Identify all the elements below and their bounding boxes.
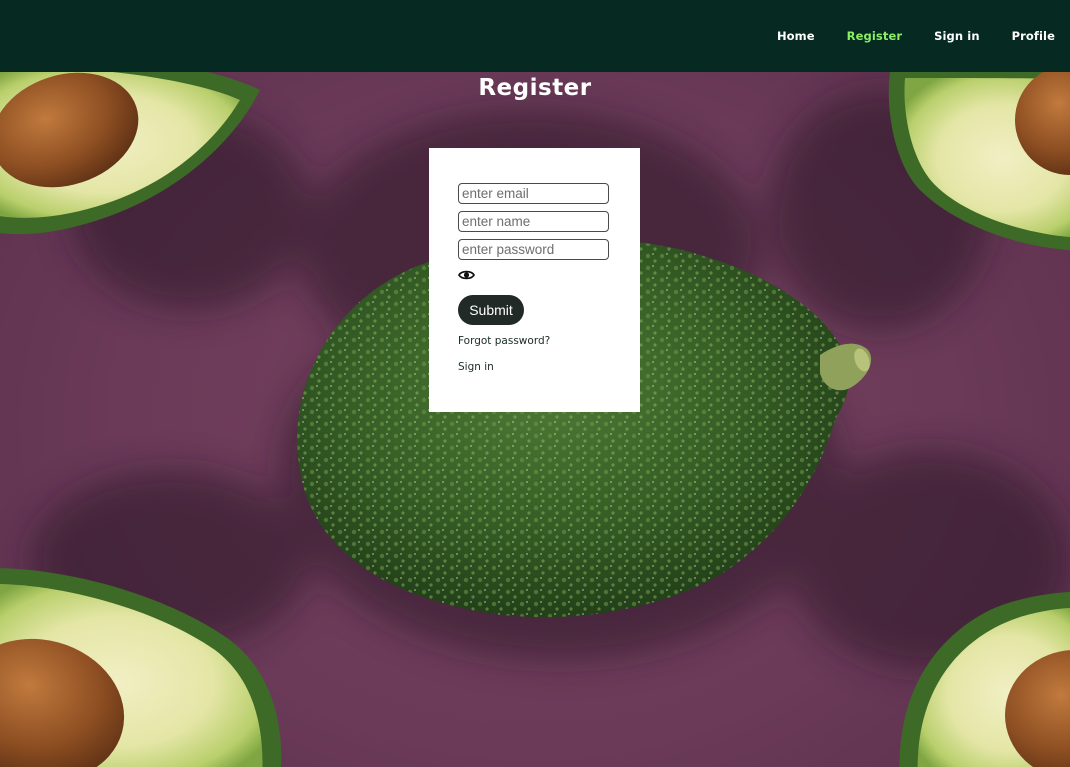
forgot-password-link[interactable]: Forgot password?: [458, 335, 550, 347]
email-field[interactable]: [458, 183, 609, 204]
nav-profile-link[interactable]: Profile: [1012, 29, 1055, 43]
nav-home-link[interactable]: Home: [777, 29, 815, 43]
password-field[interactable]: [458, 239, 609, 260]
nav-signin-link[interactable]: Sign in: [934, 29, 979, 43]
name-field[interactable]: [458, 211, 609, 232]
register-form-card: Submit Forgot password? Sign in: [429, 148, 640, 412]
signin-link[interactable]: Sign in: [458, 361, 494, 373]
page-title: Register: [478, 75, 592, 101]
submit-button[interactable]: Submit: [458, 295, 524, 325]
nav-register-link[interactable]: Register: [847, 29, 902, 43]
nav-links: Home Register Sign in Profile: [745, 0, 1055, 72]
eye-icon[interactable]: [457, 267, 476, 281]
top-navbar: Home Register Sign in Profile: [0, 0, 1070, 72]
